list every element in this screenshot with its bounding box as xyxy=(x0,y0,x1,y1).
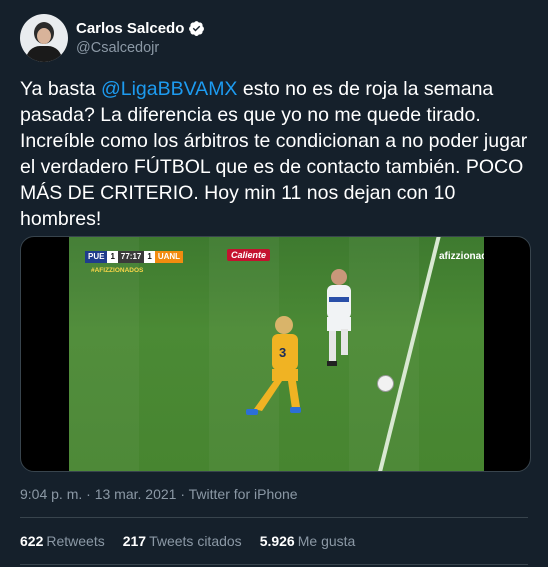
tweet-source[interactable]: Twitter for iPhone xyxy=(189,486,298,502)
score-away: 1 xyxy=(144,251,155,263)
tweet-header: Carlos Salcedo @Csalcedojr xyxy=(20,14,205,62)
quote-tweets-stat[interactable]: 217 Tweets citados xyxy=(123,533,242,549)
likes-count: 5.926 xyxy=(259,533,295,549)
tweet-media-video[interactable]: PUE 1 77:17 1 UANL #AFIZZIONADOS Calient… xyxy=(20,236,531,472)
player-number: 3 xyxy=(279,345,286,360)
avatar[interactable] xyxy=(20,14,68,62)
sponsor-logo: Caliente xyxy=(227,249,271,261)
player-yellow-kit: 3 xyxy=(246,316,301,415)
retweets-count: 622 xyxy=(20,533,44,549)
tweet-time[interactable]: 9:04 p. m. xyxy=(20,486,82,502)
tweet-text-rest: esto no es de roja la semana pasada? La … xyxy=(20,78,528,230)
author-handle[interactable]: @Csalcedojr xyxy=(76,40,205,56)
soccer-ball xyxy=(377,375,394,392)
tweet-text: Ya basta @LigaBBVAMX esto no es de roja … xyxy=(20,76,535,232)
divider-top xyxy=(20,517,528,518)
likes-stat[interactable]: 5.926 Me gusta xyxy=(260,533,356,549)
divider-bottom xyxy=(20,564,528,565)
mention-link[interactable]: @LigaBBVAMX xyxy=(101,78,238,100)
author-names: Carlos Salcedo @Csalcedojr xyxy=(76,20,205,56)
broadcaster-logo: afizzionados xyxy=(439,251,484,262)
author-display-name[interactable]: Carlos Salcedo xyxy=(76,20,184,37)
quotes-count: 217 xyxy=(122,533,147,549)
tweet-date[interactable]: 13 mar. 2021 xyxy=(95,486,177,502)
video-frame[interactable]: PUE 1 77:17 1 UANL #AFIZZIONADOS Calient… xyxy=(69,237,484,471)
tweet-meta: 9:04 p. m. · 13 mar. 2021 · Twitter for … xyxy=(20,486,298,502)
score-home-team: PUE xyxy=(85,251,108,263)
score-home: 1 xyxy=(107,251,118,263)
match-clock: 77:17 xyxy=(117,251,145,263)
score-away-team: UANL xyxy=(154,251,184,263)
scoreboard: PUE 1 77:17 1 UANL xyxy=(85,251,184,263)
tweet-stats: 622 Retweets 217 Tweets citados 5.926 Me gu… xyxy=(20,533,373,549)
tweet-text-start: Ya basta xyxy=(20,78,101,100)
broadcast-hashtag: #AFIZZIONADOS xyxy=(91,267,144,274)
verified-badge-icon xyxy=(189,21,205,36)
retweets-stat[interactable]: 622 Retweets xyxy=(20,533,105,549)
